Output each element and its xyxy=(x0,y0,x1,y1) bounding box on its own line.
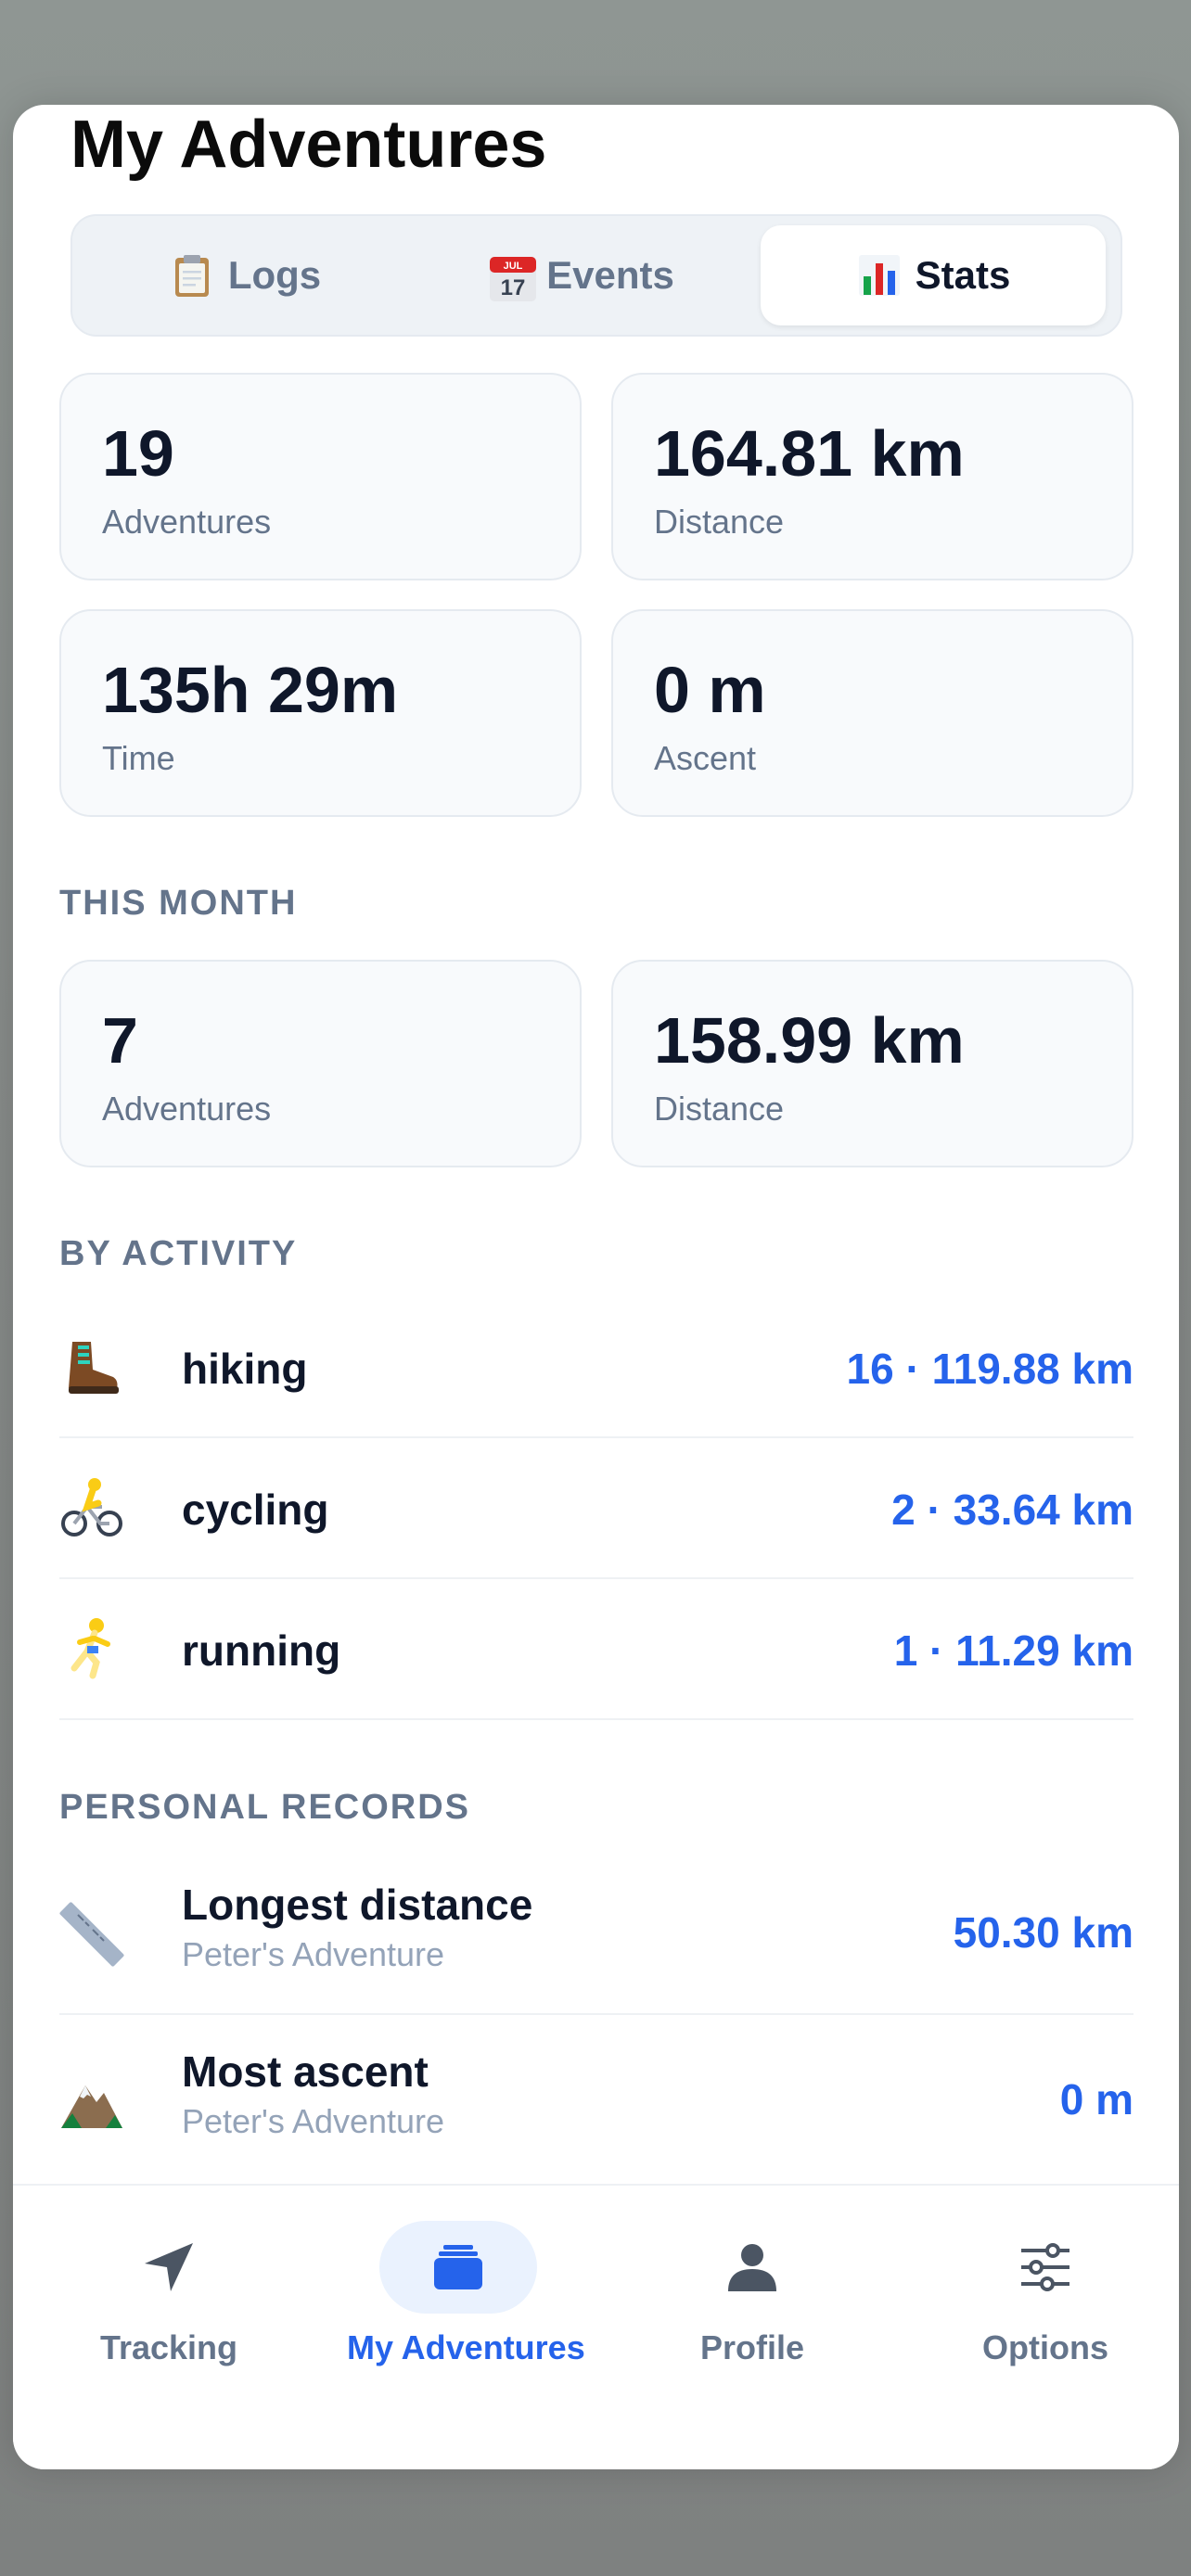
tab-label: Options xyxy=(982,2328,1108,2366)
cyclist-icon xyxy=(59,1475,124,1540)
record-subtitle: Peter's Adventure xyxy=(182,1935,445,1973)
record-row-most-ascent[interactable]: Most ascent Peter's Adventure 0 m xyxy=(59,2015,1133,2182)
section-this-month: THIS MONTH xyxy=(59,884,298,923)
calendar-icon: JUL 17 xyxy=(487,252,537,301)
person-icon xyxy=(673,2221,831,2314)
tab-label: My Adventures xyxy=(347,2328,585,2366)
section-by-activity: BY ACTIVITY xyxy=(59,1234,298,1273)
stat-card-ascent: 0 m Ascent xyxy=(611,609,1133,817)
segment-events-label: Events xyxy=(546,253,674,297)
activity-name: cycling xyxy=(182,1486,329,1534)
tab-tracking[interactable]: Tracking xyxy=(58,2221,280,2366)
month-card-adventures: 7 Adventures xyxy=(59,960,582,1167)
record-value: 0 m xyxy=(1059,2075,1133,2123)
month-card-distance: 158.99 km Distance xyxy=(611,960,1133,1167)
activity-row-hiking[interactable]: hiking 16 · 119.88 km xyxy=(59,1297,1133,1438)
stat-label: Ascent xyxy=(654,739,757,777)
segment-stats-label: Stats xyxy=(915,253,1011,297)
tab-label: Tracking xyxy=(99,2328,238,2366)
calendar-month-text: JUL xyxy=(504,261,523,272)
stat-value: 7 xyxy=(102,1004,138,1077)
segment-events[interactable]: JUL 17 Events xyxy=(417,225,744,325)
activity-summary: 16 · 119.88 km xyxy=(846,1345,1133,1393)
activity-summary: 2 · 33.64 km xyxy=(891,1486,1133,1534)
activity-row-running[interactable]: running 1 · 11.29 km xyxy=(59,1579,1133,1720)
stat-label: Adventures xyxy=(102,503,272,541)
stat-label: Time xyxy=(102,739,175,777)
runner-icon xyxy=(59,1616,124,1681)
tab-options[interactable]: Options xyxy=(934,2221,1157,2366)
stat-value: 135h 29m xyxy=(102,654,399,726)
activity-name: hiking xyxy=(182,1345,308,1393)
clipboard-icon xyxy=(169,252,215,299)
segment-stats[interactable]: Stats xyxy=(761,225,1106,325)
stat-label: Distance xyxy=(654,1090,785,1128)
record-subtitle: Peter's Adventure xyxy=(182,2102,445,2140)
tab-my-adventures[interactable]: My Adventures xyxy=(347,2221,585,2366)
tab-label: Profile xyxy=(699,2328,805,2366)
stat-card-time: 135h 29m Time xyxy=(59,609,582,817)
stat-value: 164.81 km xyxy=(654,417,965,490)
navigation-arrow-icon xyxy=(90,2221,248,2314)
segment-control: Logs JUL 17 Events Stats xyxy=(70,214,1122,337)
activity-row-cycling[interactable]: cycling 2 · 33.64 km xyxy=(59,1438,1133,1579)
bar-chart-icon xyxy=(856,252,903,299)
section-personal-records: PERSONAL RECORDS xyxy=(59,1788,471,1827)
stat-value: 158.99 km xyxy=(654,1004,965,1077)
segment-logs-label: Logs xyxy=(227,253,322,297)
stat-value: 0 m xyxy=(654,654,766,726)
stat-card-distance: 164.81 km Distance xyxy=(611,373,1133,580)
segment-logs[interactable]: Logs xyxy=(82,225,408,325)
record-row-longest-distance[interactable]: Longest distance Peter's Adventure 50.30… xyxy=(59,1848,1133,2015)
tab-profile[interactable]: Profile xyxy=(641,2221,864,2366)
record-title: Most ascent xyxy=(182,2047,429,2096)
sliders-icon xyxy=(967,2221,1124,2314)
stat-value: 19 xyxy=(102,417,174,490)
activity-name: running xyxy=(182,1626,341,1675)
calendar-day-text: 17 xyxy=(501,275,526,300)
adventures-sheet: My Adventures Logs JUL 17 Events Stats 1… xyxy=(13,105,1179,2469)
record-title: Longest distance xyxy=(182,1881,533,1929)
hiking-boot-icon xyxy=(59,1334,124,1399)
mountain-icon xyxy=(59,2069,124,2134)
ruler-icon xyxy=(59,1902,124,1967)
activity-summary: 1 · 11.29 km xyxy=(893,1626,1133,1675)
stat-label: Adventures xyxy=(102,1090,272,1128)
stat-card-adventures: 19 Adventures xyxy=(59,373,582,580)
record-value: 50.30 km xyxy=(953,1908,1133,1957)
stat-label: Distance xyxy=(654,503,785,541)
bottom-tab-bar: Tracking My Adventures Profile Options xyxy=(13,2184,1179,2469)
stack-icon xyxy=(379,2221,537,2314)
